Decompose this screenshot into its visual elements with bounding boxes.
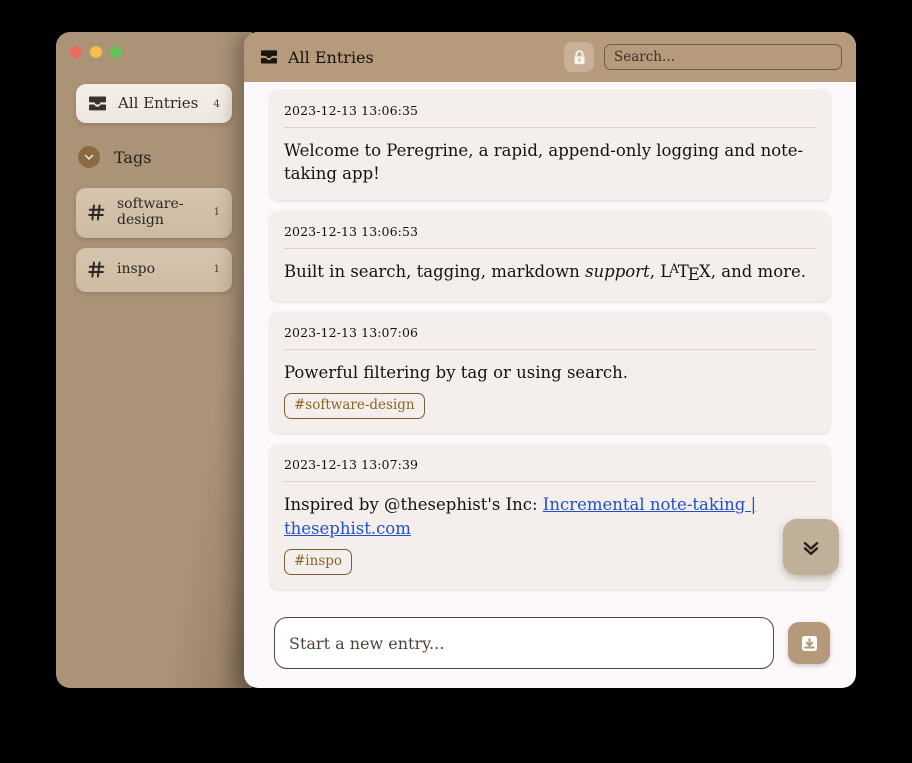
sidebar-tag-software-design[interactable]: software-design 1 — [76, 188, 232, 238]
entry-timestamp: 2023-12-13 13:07:39 — [284, 457, 816, 483]
sidebar-tag-label: software-design — [117, 196, 184, 228]
entry-text-part: , and more. — [710, 261, 807, 281]
close-window-button[interactable] — [70, 46, 82, 58]
sidebar: All Entries 4 Tags software-design 1 ins… — [56, 32, 252, 688]
double-chevron-down-icon — [800, 536, 822, 558]
entry-timestamp: 2023-12-13 13:06:53 — [284, 224, 816, 249]
latex-logo: LATEX — [660, 261, 711, 285]
inbox-icon — [260, 49, 278, 65]
tags-section-header[interactable]: Tags — [76, 146, 232, 169]
scroll-to-bottom-button[interactable] — [783, 519, 839, 575]
entry-text: Built in search, tagging, markdown suppo… — [284, 260, 816, 287]
entry-tag-chip[interactable]: #software-design — [284, 393, 425, 420]
page-title: All Entries — [288, 47, 374, 67]
topbar: All Entries — [244, 32, 856, 82]
entry-tag-list: #software-design — [284, 393, 816, 420]
entry-timestamp: 2023-12-13 13:07:06 — [284, 325, 816, 350]
sidebar-item-all-entries[interactable]: All Entries 4 — [76, 84, 232, 124]
lock-icon — [572, 49, 587, 66]
entry-italic-text: support — [585, 261, 650, 281]
sidebar-content: All Entries 4 Tags software-design 1 ins… — [56, 58, 252, 292]
search-input[interactable] — [604, 44, 842, 70]
sidebar-tag-list: software-design 1 inspo 1 — [76, 188, 232, 292]
entry-text: Inspired by @thesephist's Inc: Increment… — [284, 493, 816, 540]
submit-entry-button[interactable] — [788, 622, 830, 664]
entry-item[interactable]: 2023-12-13 13:06:53 Built in search, tag… — [270, 210, 830, 301]
chevron-down-icon[interactable] — [78, 146, 100, 169]
entry-text: Welcome to Peregrine, a rapid, append-on… — [284, 141, 804, 184]
new-entry-input[interactable] — [274, 617, 774, 669]
entries-list: 2023-12-13 13:06:35 Welcome to Peregrine… — [244, 82, 856, 612]
entry-text-part: Built in search, tagging, markdown — [284, 261, 586, 281]
maximize-window-button[interactable] — [110, 46, 122, 58]
entry-text: Powerful filtering by tag or using searc… — [284, 362, 629, 382]
tags-section-label: Tags — [114, 147, 152, 167]
composer-bar — [244, 612, 856, 688]
entry-text-part: , — [649, 261, 661, 281]
sidebar-tag-inspo[interactable]: inspo 1 — [76, 247, 232, 292]
desktop-background: All Entries 4 Tags software-design 1 ins… — [0, 0, 912, 763]
sidebar-tag-count: 1 — [213, 264, 220, 276]
sidebar-item-label: All Entries — [118, 94, 199, 112]
sidebar-item-count: 4 — [213, 97, 220, 110]
entry-item[interactable]: 2023-12-13 13:06:35 Welcome to Peregrine… — [270, 90, 830, 200]
entry-item[interactable]: 2023-12-13 13:07:06 Powerful filtering b… — [270, 311, 830, 434]
inbox-icon — [88, 95, 107, 112]
hash-icon — [88, 261, 105, 278]
topbar-title-group: All Entries — [260, 48, 554, 67]
sidebar-tag-label: inspo — [117, 260, 156, 277]
save-to-tray-icon — [799, 633, 820, 654]
app-window: All Entries 4 Tags software-design 1 ins… — [56, 32, 856, 688]
entry-timestamp: 2023-12-13 13:06:35 — [284, 103, 816, 128]
latex-x: X — [699, 261, 711, 281]
window-controls — [56, 32, 252, 58]
entry-tag-list: #inspo — [284, 548, 816, 575]
lock-button[interactable] — [564, 42, 594, 72]
main-panel: All Entries Search... 2023-12-13 13:06:3… — [244, 32, 856, 688]
entry-tag-chip[interactable]: #inspo — [284, 548, 353, 575]
entry-text-part: Inspired by @thesephist's Inc: — [284, 495, 543, 515]
minimize-window-button[interactable] — [90, 46, 102, 58]
entry-item[interactable]: 2023-12-13 13:07:39 Inspired by @theseph… — [270, 444, 830, 589]
hash-icon — [88, 204, 105, 221]
sidebar-tag-count: 1 — [213, 207, 220, 219]
